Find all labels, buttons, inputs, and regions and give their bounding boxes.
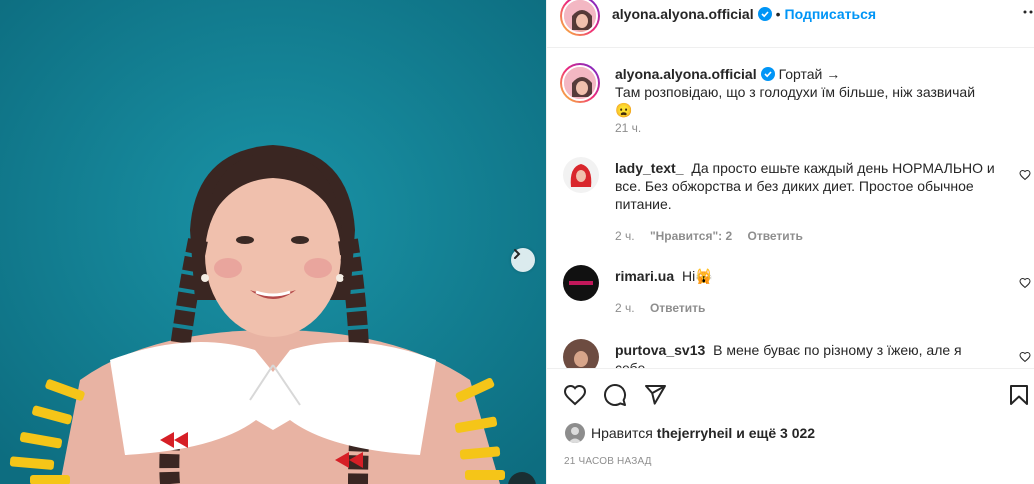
bookmark-icon[interactable] [1007,383,1031,407]
caption-avatar[interactable] [560,63,600,103]
caption-text: Там розповідаю, що з голодухи їм більше,… [615,84,976,118]
comment-avatar[interactable] [563,157,599,193]
verified-badge-icon [757,7,772,21]
post-photo [0,0,546,484]
caption-time: 21 ч. [615,121,642,135]
comment-like-heart-icon[interactable] [1019,277,1031,289]
caption-tag: Гортай → [778,66,841,82]
comment-item: lady_text_ Да просто ешьте каждый день Н… [563,157,1033,247]
comment-username[interactable]: lady_text_ [615,160,683,176]
separator-dot: • [775,6,781,22]
comment-avatar[interactable] [563,339,599,369]
author-avatar[interactable] [560,0,600,36]
likes-prefix: Нравится [591,425,653,441]
likes-summary[interactable]: Нравится thejerryheil и ещё 3 022 [565,423,815,443]
caption-body: alyona.alyona.official Гортай → Там розпо… [615,65,995,119]
comment-avatar[interactable] [563,265,599,301]
caption-meta: 21 ч. [615,121,653,135]
reply-button[interactable]: Ответить [650,301,705,315]
comment-like-heart-icon[interactable] [1019,169,1031,181]
header-title-row: alyona.alyona.official • Подписаться [612,6,876,22]
comment-meta: 2 ч. "Нравится": 2 Ответить [615,229,815,243]
comment-like-heart-icon[interactable] [1019,351,1031,363]
liker-avatar-image [565,423,585,443]
comment-item: rimari.ua Hi🙀 2 ч. Ответить [563,265,1033,325]
caption: alyona.alyona.official Гортай → Там розпо… [560,63,1033,143]
heart-icon[interactable] [563,383,587,407]
comment-body: rimari.ua Hi🙀 [615,267,995,285]
author-avatar-image [564,0,596,32]
caption-username[interactable]: alyona.alyona.official [615,66,757,82]
liker-avatar [565,423,585,443]
chevron-right-icon [514,249,521,259]
more-icon[interactable] [1019,0,1034,24]
send-icon[interactable] [643,383,667,407]
comment-avatar-image [563,157,599,193]
comments-list[interactable]: alyona.alyona.official Гортай → Там розпо… [547,49,1034,369]
post-header: alyona.alyona.official • Подписаться [547,0,1034,48]
next-slide-button[interactable] [511,248,535,272]
verified-badge-icon [760,67,775,81]
comment-meta: 2 ч. Ответить [615,301,717,315]
comment-icon[interactable] [603,383,627,407]
caption-avatar-image [564,67,596,99]
post-media[interactable] [0,0,546,484]
comment-body: purtova_sv13 В мене буває по різному з ї… [615,341,995,369]
comment-likes-count[interactable]: "Нравится": 2 [650,229,732,243]
follow-button[interactable]: Подписаться [785,6,877,22]
comment-username[interactable]: rimari.ua [615,268,674,284]
comment-username[interactable]: purtova_sv13 [615,342,705,358]
comment-avatar-image [563,265,599,301]
post-details-panel: alyona.alyona.official • Подписаться aly… [546,0,1034,484]
comment-text: Hi🙀 [682,268,713,284]
author-username[interactable]: alyona.alyona.official [612,6,754,22]
likes-count[interactable]: и ещё 3 022 [736,425,815,441]
comment-item: purtova_sv13 В мене буває по різному з ї… [563,339,1033,369]
post-timestamp[interactable]: 21 часов назад [564,456,652,467]
comment-body: lady_text_ Да просто ешьте каждый день Н… [615,159,995,213]
comment-avatar-image [563,339,599,369]
liker-username[interactable]: thejerryheil [657,425,732,441]
comment-time: 2 ч. [615,301,635,315]
comment-time: 2 ч. [615,229,635,243]
reply-button[interactable]: Ответить [747,229,802,243]
